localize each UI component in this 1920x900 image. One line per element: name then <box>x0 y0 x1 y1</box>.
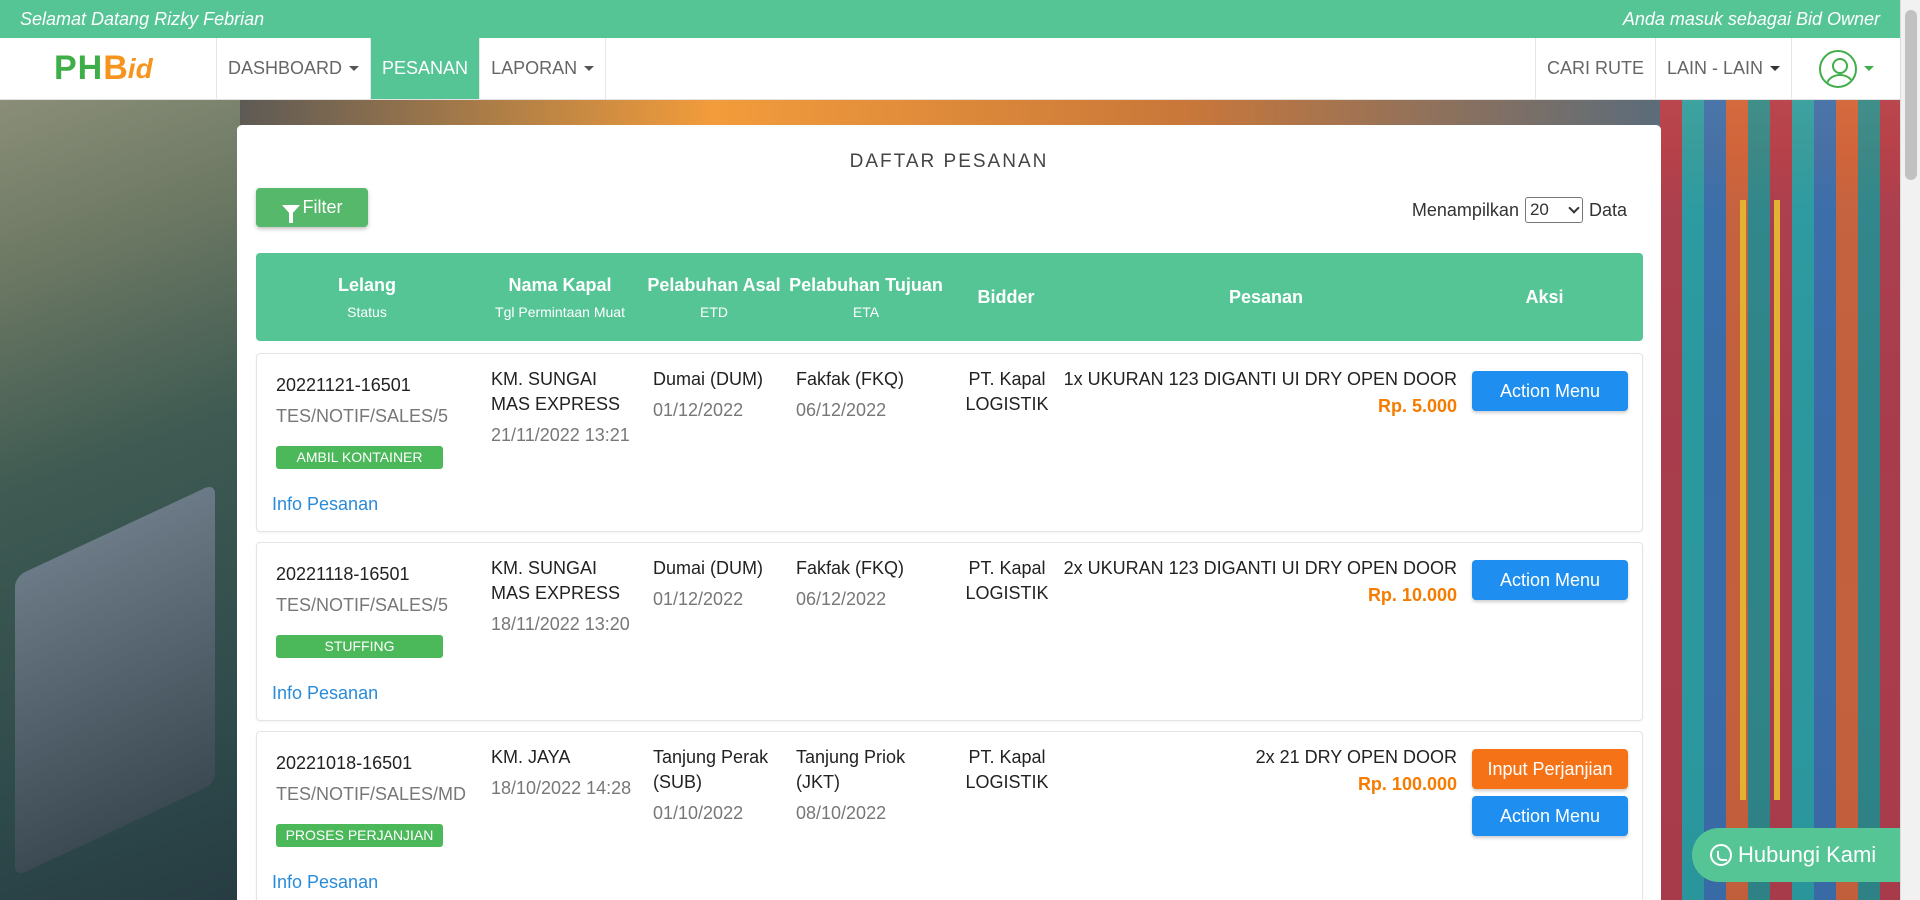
table-row: 20221121-16501 TES/NOTIF/SALES/5 AMBIL K… <box>256 353 1643 532</box>
header-pelabuhan-asal: Pelabuhan Asal ETD <box>647 274 781 320</box>
filter-icon <box>281 204 300 223</box>
header-nama-kapal: Nama Kapal Tgl Permintaan Muat <box>495 274 625 320</box>
status-badge: AMBIL KONTAINER <box>276 446 443 469</box>
lelang-id: 20221018-16501 <box>276 753 413 773</box>
info-pesanan-link[interactable]: Info Pesanan <box>272 872 378 893</box>
user-menu[interactable] <box>1792 38 1900 99</box>
pelabuhan-asal: Tanjung Perak (SUB) 01/10/2022 <box>653 747 769 823</box>
nama-kapal: KM. JAYA 18/10/2022 14:28 <box>491 747 632 798</box>
bidder: PT. Kapal LOGISTIK <box>965 558 1049 603</box>
header-aksi: Aksi <box>1525 286 1564 307</box>
reference-code: TES/NOTIF/SALES/MD <box>276 784 467 804</box>
action-menu-button[interactable]: Action Menu <box>1472 796 1628 836</box>
order-list-card: DAFTAR PESANAN Filter Menampilkan 20 Dat… <box>237 125 1661 900</box>
hubungi-kami-button[interactable]: Hubungi Kami <box>1692 828 1900 882</box>
scrollbar-thumb[interactable] <box>1905 10 1917 180</box>
caret-down-icon <box>1863 66 1874 71</box>
page-size-control: Menampilkan 20 Data <box>1412 197 1627 223</box>
pesanan-detail: 2x UKURAN 123 DIGANTI UI DRY OPEN DOOR R… <box>1064 556 1457 608</box>
user-avatar-icon <box>1818 49 1857 88</box>
bidder: PT. Kapal LOGISTIK <box>965 369 1049 414</box>
page-size-select[interactable]: 20 <box>1524 197 1583 223</box>
header-bidder: Bidder <box>977 286 1035 307</box>
price: Rp. 5.000 <box>1377 396 1457 416</box>
price: Rp. 100.000 <box>1357 774 1457 794</box>
lelang-id: 20221118-16501 <box>276 564 410 584</box>
action-menu-button[interactable]: Action Menu <box>1472 371 1628 411</box>
lelang-id: 20221121-16501 <box>276 375 411 395</box>
phbid-logo[interactable]: PH Bid <box>0 38 216 99</box>
info-pesanan-link[interactable]: Info Pesanan <box>272 494 378 515</box>
header-lelang: Lelang Status <box>337 274 396 320</box>
pelabuhan-tujuan: Tanjung Priok (JKT) 08/10/2022 <box>796 747 906 823</box>
nav-dashboard[interactable]: DASHBOARD <box>217 38 372 99</box>
role-text: Anda masuk sebagai Bid Owner <box>1622 8 1880 29</box>
status-badge: PROSES PERJANJIAN <box>276 824 443 847</box>
secondary-nav: CARI RUTE LAIN - LAIN <box>1534 38 1900 99</box>
reference-code: TES/NOTIF/SALES/5 <box>276 595 449 615</box>
caret-down-icon <box>349 66 360 71</box>
filter-button[interactable]: Filter <box>256 188 368 227</box>
header-pesanan: Pesanan <box>1228 286 1304 307</box>
table-row: 20221018-16501 TES/NOTIF/SALES/MD PROSES… <box>256 731 1643 900</box>
input-perjanjian-button[interactable]: Input Perjanjian <box>1472 749 1628 789</box>
table-header: Lelang Status Nama Kapal Tgl Permintaan … <box>256 253 1643 341</box>
welcome-text: Selamat Datang Rizky Febrian <box>20 8 265 29</box>
page-scrollbar[interactable] <box>1900 0 1920 900</box>
price: Rp. 10.000 <box>1367 585 1457 605</box>
navbar: PH Bid DASHBOARD PESANAN LAPORAN CARI RUT… <box>0 38 1900 100</box>
nav-lain-lain[interactable]: LAIN - LAIN <box>1656 38 1792 99</box>
header-pelabuhan-tujuan: Pelabuhan Tujuan ETA <box>789 274 943 320</box>
pelabuhan-asal: Dumai (DUM) 01/12/2022 <box>653 558 763 609</box>
whatsapp-icon <box>1710 844 1732 866</box>
table-row: 20221118-16501 TES/NOTIF/SALES/5 STUFFIN… <box>256 542 1643 721</box>
nama-kapal: KM. SUNGAI MAS EXPRESS 21/11/2022 13:21 <box>491 369 630 445</box>
crane-image <box>1740 200 1780 800</box>
info-pesanan-link[interactable]: Info Pesanan <box>272 683 378 704</box>
pelabuhan-asal: Dumai (DUM) 01/12/2022 <box>653 369 763 420</box>
nav-cari-rute[interactable]: CARI RUTE <box>1534 38 1656 99</box>
pesanan-detail: 2x 21 DRY OPEN DOOR Rp. 100.000 <box>1256 745 1457 797</box>
nav-laporan[interactable]: LAPORAN <box>480 38 607 99</box>
main-nav: DASHBOARD PESANAN LAPORAN <box>216 38 607 99</box>
chevron-down-icon <box>1568 202 1580 214</box>
pesanan-detail: 1x UKURAN 123 DIGANTI UI DRY OPEN DOOR R… <box>1064 367 1457 419</box>
welcome-bar: Selamat Datang Rizky Febrian Anda masuk … <box>0 0 1900 38</box>
pelabuhan-tujuan: Fakfak (FKQ) 06/12/2022 <box>796 558 905 609</box>
nav-pesanan[interactable]: PESANAN <box>371 38 481 99</box>
caret-down-icon <box>584 66 595 71</box>
caret-down-icon <box>1770 66 1780 71</box>
containers-image <box>1660 100 1900 900</box>
page-title: DAFTAR PESANAN <box>849 151 1049 172</box>
nama-kapal: KM. SUNGAI MAS EXPRESS 18/11/2022 13:20 <box>491 558 630 634</box>
bidder: PT. Kapal LOGISTIK <box>965 747 1049 792</box>
action-menu-button[interactable]: Action Menu <box>1472 560 1628 600</box>
status-badge: STUFFING <box>276 635 443 658</box>
pelabuhan-tujuan: Fakfak (FKQ) 06/12/2022 <box>796 369 905 420</box>
reference-code: TES/NOTIF/SALES/5 <box>276 406 449 426</box>
